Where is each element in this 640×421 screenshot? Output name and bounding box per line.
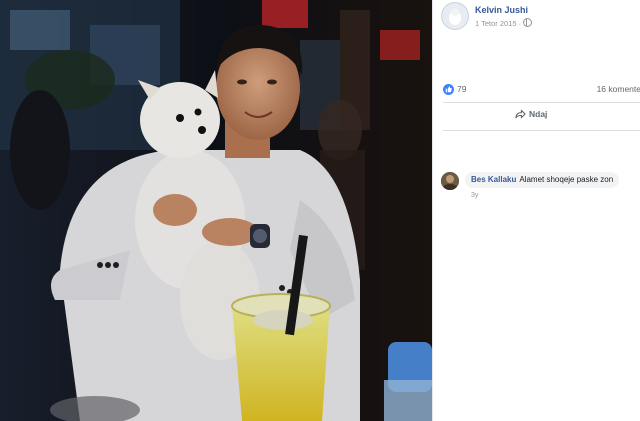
share-label: Ndaj	[529, 109, 548, 119]
post-panel: Kelvin Jushi 1 Tetor 2015 · 79 16 komente…	[432, 0, 640, 421]
like-icon	[443, 84, 454, 95]
author-name[interactable]: Kelvin Jushi	[475, 5, 528, 15]
comment-bubble: Bes Kallaku Alamet shoqeje paske zon	[465, 172, 620, 188]
post-date[interactable]: 1 Tetor 2015	[475, 19, 517, 28]
meta-separator: ·	[518, 19, 522, 28]
comments-count[interactable]: 16 komente	[597, 84, 640, 94]
comment-time[interactable]: 3y	[471, 192, 478, 199]
post-photo[interactable]	[0, 0, 432, 421]
share-button[interactable]: Ndaj	[515, 109, 547, 125]
commenter-name[interactable]: Bes Kallaku	[471, 175, 516, 184]
commenter-avatar[interactable]	[441, 172, 459, 190]
divider	[443, 130, 640, 131]
comment-text: Alamet shoqeje paske zon	[519, 175, 614, 184]
post-header: Kelvin Jushi 1 Tetor 2015 ·	[441, 2, 640, 30]
like-count: 79	[457, 84, 467, 94]
share-arrow-icon	[515, 109, 526, 119]
post-meta: 1 Tetor 2015 ·	[475, 18, 533, 28]
divider	[443, 102, 640, 103]
globe-icon[interactable]	[523, 18, 533, 27]
author-avatar[interactable]	[441, 2, 469, 30]
